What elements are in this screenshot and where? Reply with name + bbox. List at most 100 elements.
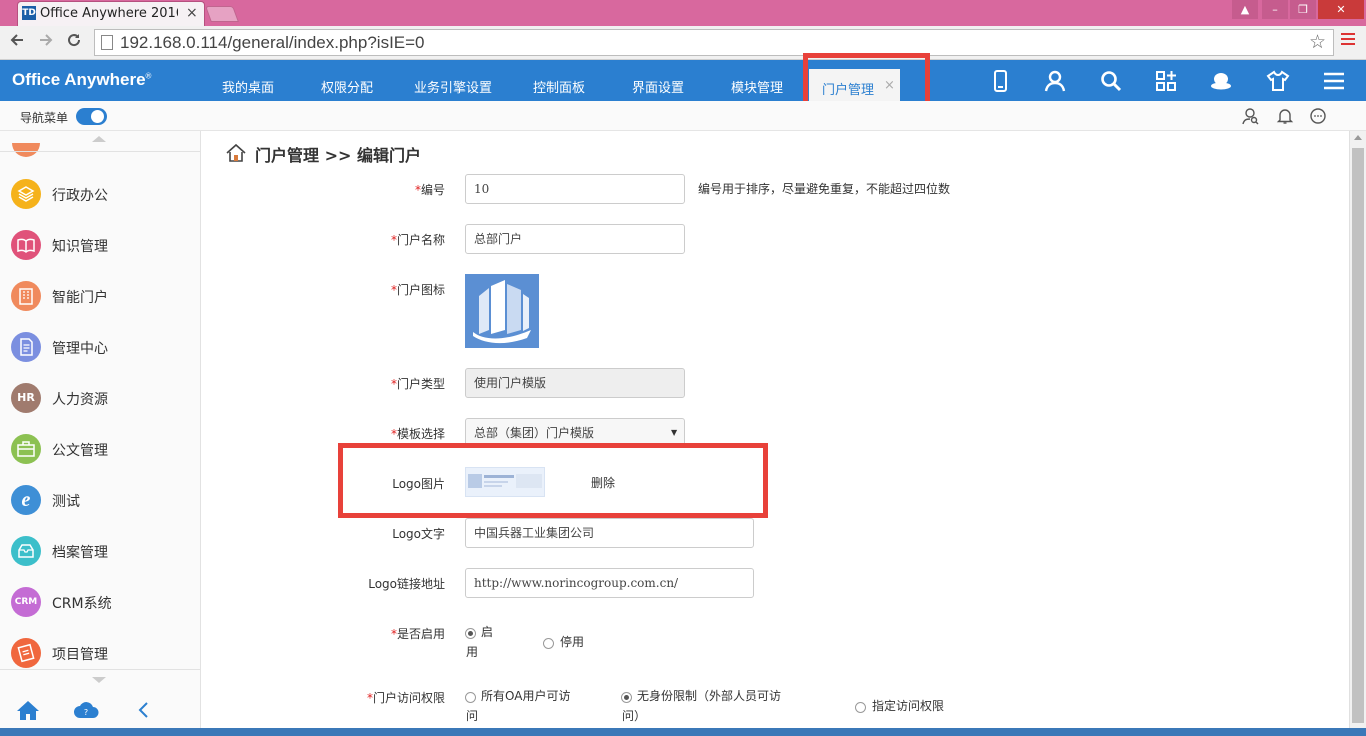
nav-engine-settings[interactable]: 业务引擎设置 — [414, 77, 492, 96]
vertical-scrollbar[interactable] — [1349, 131, 1366, 736]
sidebar: 行政办公 知识管理 智能门户 管理中心 HR 人力资源 公文管理 e 测试 档案… — [0, 131, 201, 736]
nav-module-management[interactable]: 模块管理 — [731, 77, 783, 96]
browser-titlebar: TD Office Anywhere 2016版 × ▲ – ❐ ✕ — [0, 0, 1366, 26]
reload-icon[interactable] — [66, 32, 82, 53]
bell-icon[interactable] — [1276, 107, 1294, 125]
ie-icon: e — [11, 485, 41, 515]
chat-icon[interactable] — [1309, 107, 1327, 125]
bookmark-star-icon[interactable]: ☆ — [1309, 31, 1326, 53]
field-label-portal-icon: *门户图标 — [390, 283, 445, 297]
address-toolbar: 192.168.0.114/general/index.php?isIE=0 ☆ — [0, 26, 1366, 60]
person-search-icon[interactable] — [1241, 107, 1259, 125]
page-icon — [101, 35, 113, 50]
access-option-all-users: 所有OA用户可访 问 — [466, 689, 571, 723]
layers-icon — [11, 179, 41, 209]
access-radio-specified[interactable] — [855, 702, 866, 713]
nav-my-desktop[interactable]: 我的桌面 — [222, 77, 274, 96]
maximize-button[interactable]: ❐ — [1290, 0, 1316, 19]
home-icon — [225, 142, 247, 164]
app-logo: Office Anywhere® — [12, 70, 152, 89]
field-label-access: *门户访问权限 — [366, 691, 445, 705]
sidebar-item-knowledge[interactable]: 知识管理 — [0, 220, 200, 271]
url-text[interactable]: 192.168.0.114/general/index.php?isIE=0 — [120, 33, 425, 53]
sidebar-item-projects[interactable]: 项目管理 — [0, 628, 200, 679]
sidebar-item-label: 知识管理 — [52, 239, 108, 255]
field-label-portal-name: *门户名称 — [390, 233, 445, 247]
nav-menu-toggle[interactable] — [76, 108, 107, 125]
sidebar-item-label: 公文管理 — [52, 443, 108, 459]
hr-icon: HR — [11, 383, 41, 413]
os-taskbar — [0, 728, 1366, 736]
sidebar-item-label: 管理中心 — [52, 341, 108, 357]
sidebar-scroll-up-icon[interactable] — [92, 136, 106, 142]
tab-title: Office Anywhere 2016版 — [40, 6, 178, 21]
url-input[interactable]: 192.168.0.114/general/index.php?isIE=0 ☆ — [94, 29, 1334, 56]
cloud-icon[interactable]: ? — [73, 701, 99, 723]
user-icon[interactable] — [1042, 68, 1068, 94]
logo-text-input[interactable]: 中国兵器工业集团公司 — [465, 518, 754, 548]
nav-ui-settings[interactable]: 界面设置 — [632, 77, 684, 96]
field-label-template: *模板选择 — [390, 427, 445, 441]
sidebar-item-label: 项目管理 — [52, 647, 108, 663]
divider — [0, 151, 200, 152]
sub-toolbar: 导航菜单 — [0, 101, 1366, 131]
svg-text:?: ? — [84, 708, 88, 717]
breadcrumb: 门户管理 >> 编辑门户 — [255, 146, 421, 165]
sidebar-item-archive[interactable]: 档案管理 — [0, 526, 200, 577]
profile-icon[interactable]: ▲ — [1232, 0, 1258, 19]
logo-link-input[interactable]: http://www.norincogroup.com.cn/ — [465, 568, 754, 598]
back-icon[interactable] — [9, 32, 25, 53]
browser-tab[interactable]: TD Office Anywhere 2016版 × — [17, 1, 205, 26]
sidebar-item-label: CRM系统 — [52, 596, 112, 612]
sidebar-item-management-center[interactable]: 管理中心 — [0, 322, 200, 373]
apps-icon[interactable] — [1153, 68, 1179, 94]
number-input[interactable]: 10 — [465, 174, 685, 204]
menu-icon[interactable] — [1321, 68, 1347, 94]
minimize-button[interactable]: – — [1262, 0, 1288, 19]
chrome-menu-icon[interactable] — [1341, 33, 1355, 47]
template-select-value: 总部（集团）门户模版 — [474, 426, 595, 440]
sidebar-item-crm[interactable]: CRM CRM系统 — [0, 577, 200, 628]
sidebar-item-smart-portal[interactable]: 智能门户 — [0, 271, 200, 322]
tab-close-icon[interactable]: × — [186, 5, 198, 21]
portal-type-input: 使用门户模版 — [465, 368, 685, 398]
sidebar-item-label: 智能门户 — [52, 290, 108, 306]
scroll-up-icon[interactable] — [1354, 135, 1362, 140]
close-window-button[interactable]: ✕ — [1318, 0, 1364, 19]
forward-icon[interactable] — [38, 32, 54, 53]
building-icon — [11, 281, 41, 311]
nav-control-panel[interactable]: 控制面板 — [533, 77, 585, 96]
search-icon[interactable] — [1098, 68, 1124, 94]
scrollbar-thumb[interactable] — [1352, 148, 1364, 723]
enabled-option-label: 启 用 — [466, 625, 494, 659]
collapse-icon[interactable] — [137, 701, 149, 723]
enabled-radio-off[interactable] — [543, 638, 554, 649]
sidebar-scroll-down-icon[interactable] — [92, 677, 106, 683]
home-icon[interactable] — [16, 699, 40, 725]
field-label-number: *编号 — [414, 183, 445, 197]
hat-icon[interactable] — [1208, 68, 1234, 94]
toggle-knob — [91, 110, 104, 123]
sidebar-item-admin-office[interactable]: 行政办公 — [0, 169, 200, 220]
mobile-icon[interactable] — [987, 68, 1013, 94]
document-icon — [11, 332, 41, 362]
nav-menu-label: 导航菜单 — [20, 111, 69, 125]
portal-name-input[interactable]: 总部门户 — [465, 224, 685, 254]
field-label-portal-type: *门户类型 — [390, 377, 445, 391]
divider — [0, 669, 200, 670]
portal-building-icon[interactable] — [465, 274, 539, 348]
access-option-specified: 指定访问权限 — [872, 699, 945, 713]
sidebar-item-hr[interactable]: HR 人力资源 — [0, 373, 200, 424]
sidebar-item-label: 行政办公 — [52, 188, 108, 204]
briefcase-icon — [11, 434, 41, 464]
highlight-box — [338, 443, 768, 518]
sidebar-item-documents[interactable]: 公文管理 — [0, 424, 200, 475]
theme-shirt-icon[interactable] — [1265, 68, 1291, 94]
nav-permissions[interactable]: 权限分配 — [321, 77, 373, 96]
project-icon — [11, 638, 41, 668]
sidebar-item-label: 测试 — [52, 494, 80, 510]
sidebar-item-label: 档案管理 — [52, 545, 108, 561]
sidebar-item-test[interactable]: e 测试 — [0, 475, 200, 526]
new-tab-button[interactable] — [205, 6, 239, 22]
book-icon — [11, 230, 41, 260]
